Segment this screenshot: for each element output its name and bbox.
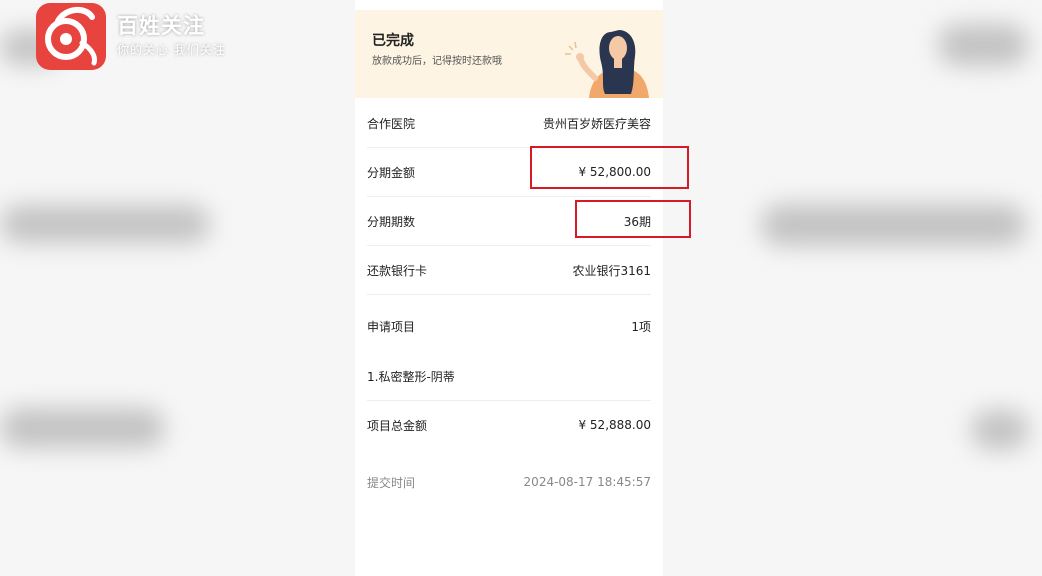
blurred-left-background (0, 0, 355, 576)
detail-row-bank-card: 还款银行卡 农业银行3161 (367, 246, 651, 295)
detail-label: 申请项目 (367, 319, 416, 334)
detail-row-submit-time: 提交时间 2024-08-17 18:45:57 (367, 458, 651, 506)
detail-row-applied-items: 申请项目 1项 (367, 302, 651, 350)
detail-row-total-amount: 项目总金额 ¥ 52,888.00 (367, 401, 651, 449)
highlight-box-periods (575, 200, 691, 238)
detail-label: 还款银行卡 (367, 263, 428, 278)
detail-value: 2024-08-17 18:45:57 (523, 475, 651, 489)
detail-value: 农业银行3161 (572, 263, 651, 278)
loan-detail-screen: 已完成 放款成功后，记得按时还款哦 合作医院 贵州百岁娇医疗美容 分期金额 ¥ … (355, 0, 663, 576)
logo-badge-icon (36, 3, 106, 70)
detail-label: 分期期数 (367, 214, 416, 229)
detail-label: 1.私密整形-阴蒂 (367, 369, 455, 384)
blur-shape (761, 204, 1026, 246)
detail-row-hospital: 合作医院 贵州百岁娇医疗美容 (367, 99, 651, 148)
highlight-box-amount (530, 146, 689, 189)
detail-label: 提交时间 (367, 475, 416, 490)
detail-label: 分期金额 (367, 165, 416, 180)
logo-mark-icon (45, 7, 97, 66)
blur-shape (0, 408, 165, 448)
blur-shape (938, 24, 1028, 66)
detail-row-item-1: 1.私密整形-阴蒂 (367, 352, 651, 401)
detail-label: 合作医院 (367, 116, 416, 131)
logo-name: 百姓关注 (117, 14, 205, 38)
blurred-right-background (663, 0, 1042, 576)
woman-illustration-icon (565, 30, 649, 98)
blur-shape (0, 205, 210, 243)
detail-label: 项目总金额 (367, 418, 428, 433)
status-title: 已完成 (372, 33, 414, 49)
detail-value: 贵州百岁娇医疗美容 (542, 116, 651, 131)
detail-value: 1项 (631, 319, 651, 334)
logo-slogan: 你的关心 我们关注 (117, 43, 226, 57)
status-subtitle: 放款成功后，记得按时还款哦 (372, 56, 502, 67)
blur-shape (971, 410, 1029, 450)
status-banner: 已完成 放款成功后，记得按时还款哦 (355, 10, 663, 98)
detail-value: ¥ 52,888.00 (578, 418, 651, 432)
